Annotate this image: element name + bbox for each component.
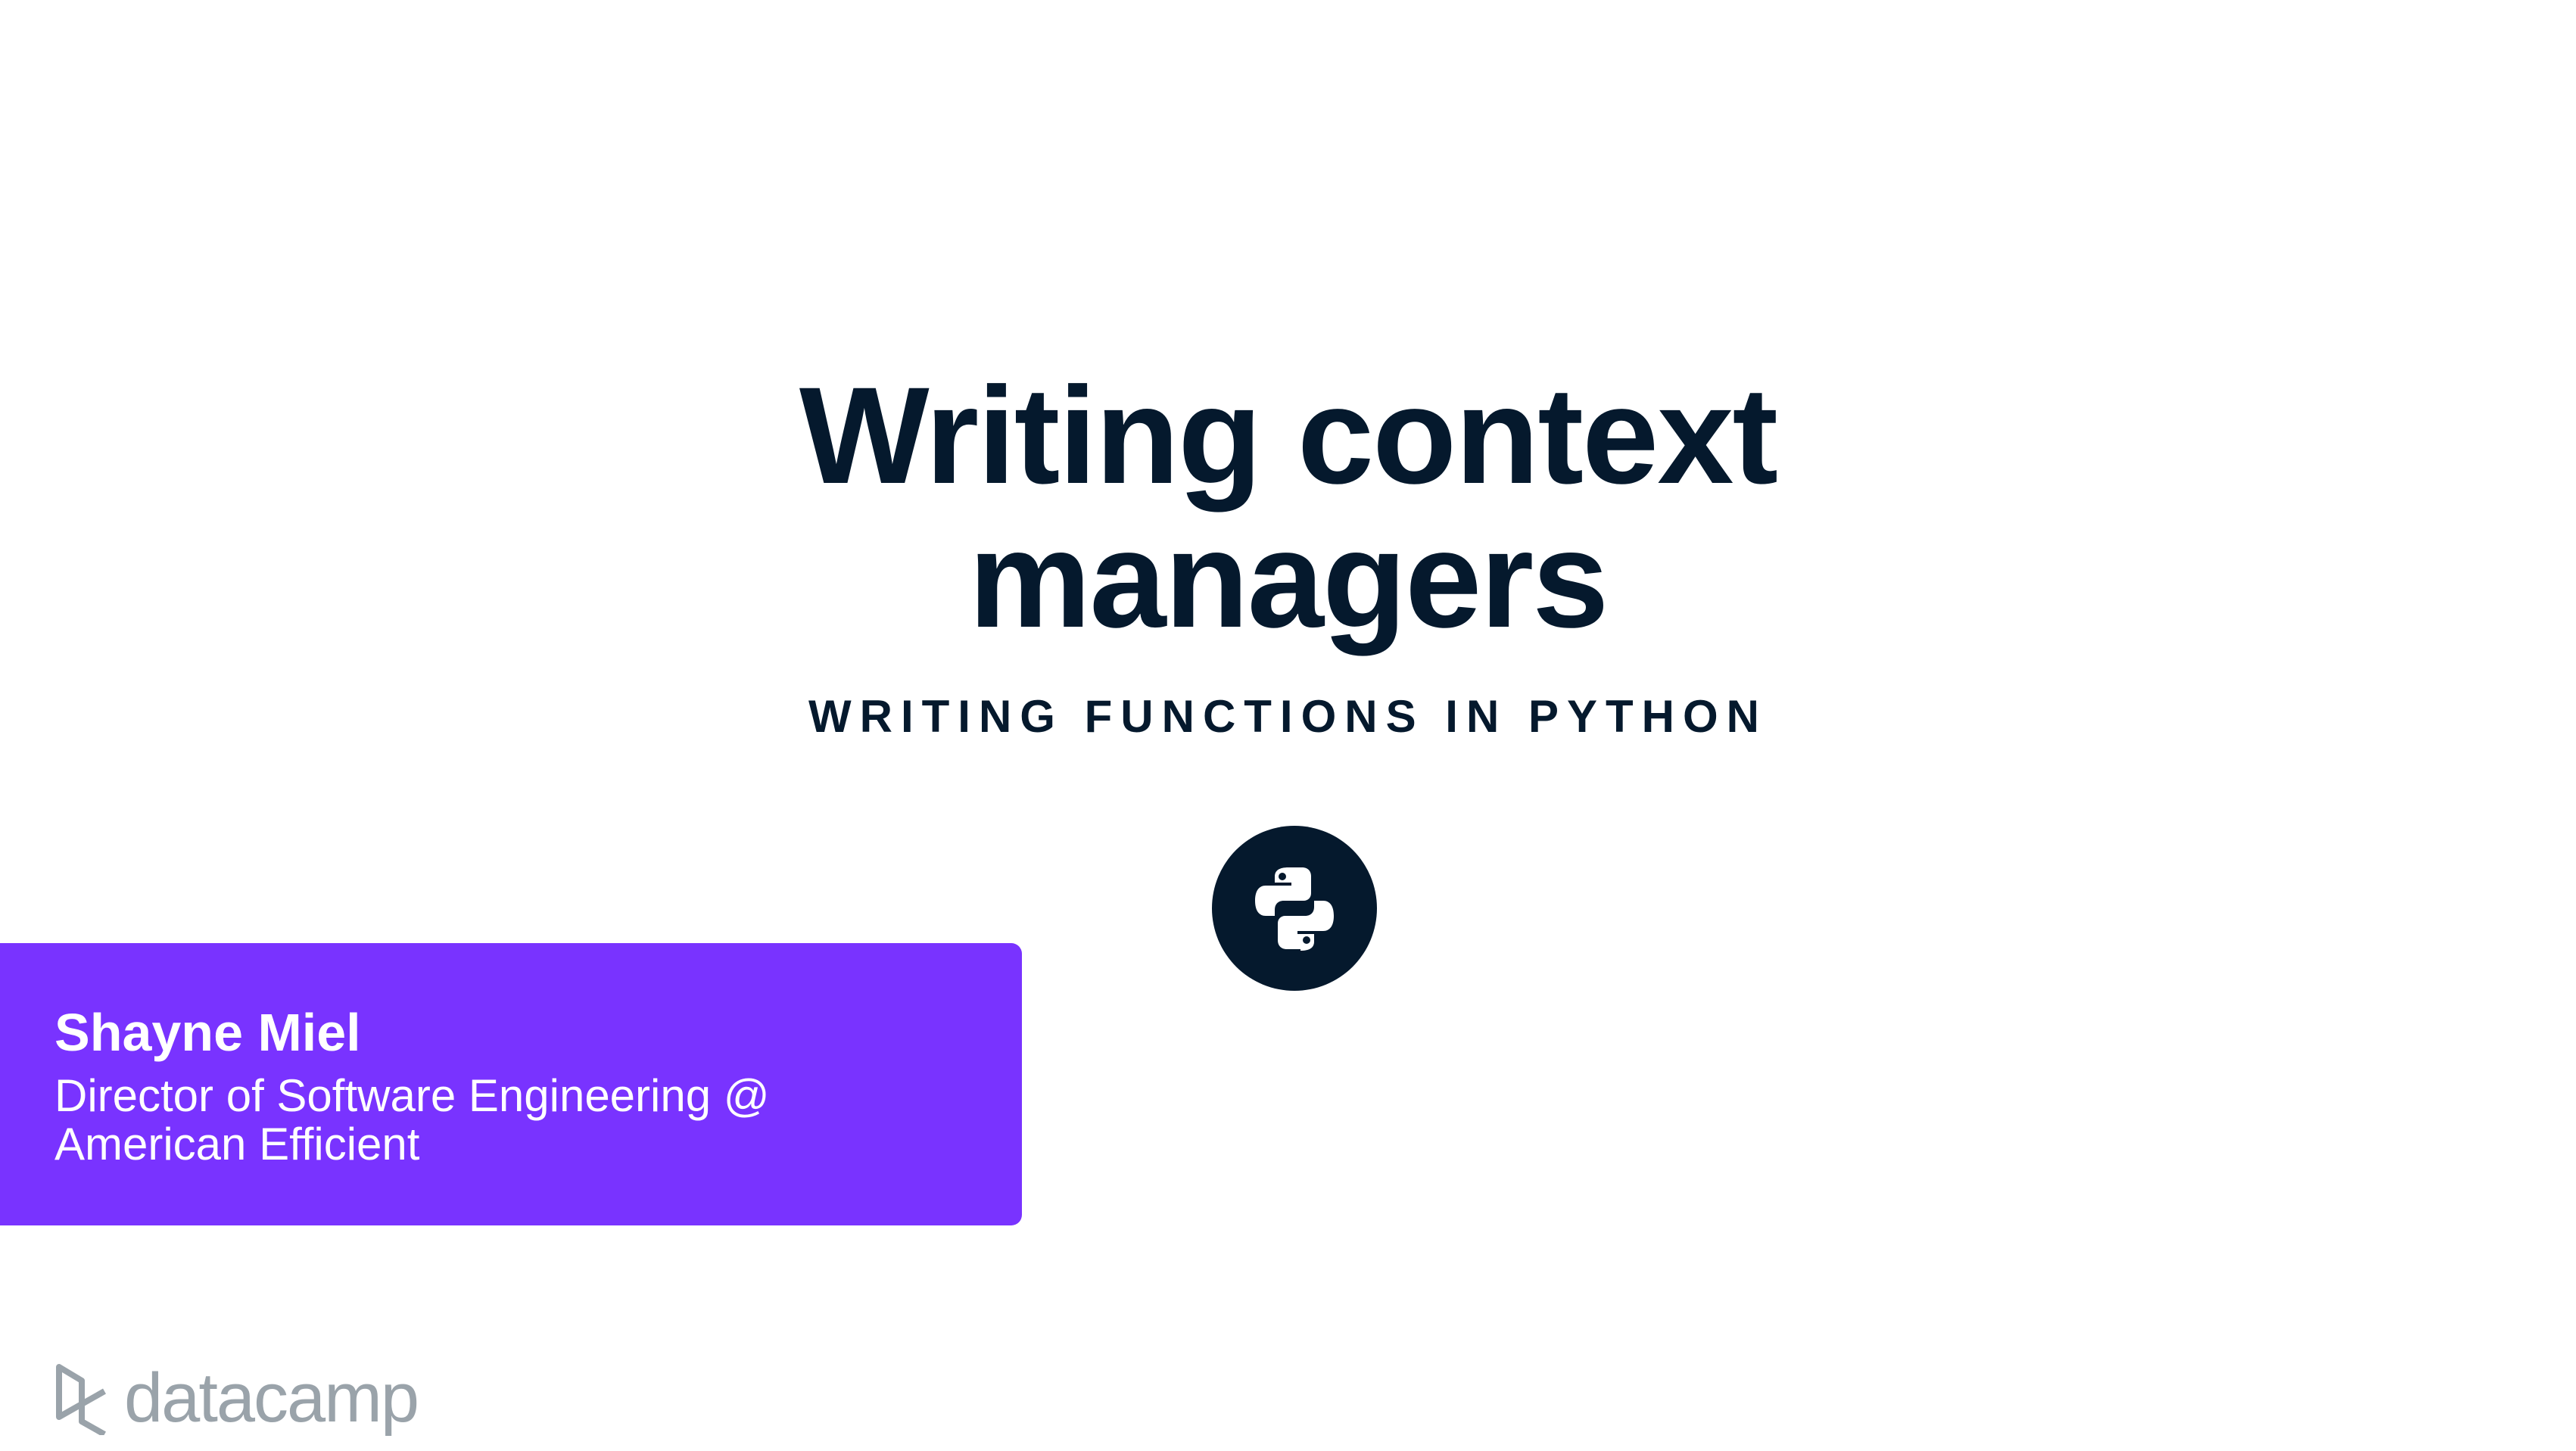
datacamp-wordmark: datacamp	[124, 1359, 419, 1437]
slide-title-line1: Writing context	[799, 358, 1778, 512]
slide-title-line2: managers	[968, 502, 1609, 656]
datacamp-mark-icon	[56, 1363, 106, 1435]
presenter-name: Shayne Miel	[55, 1003, 361, 1062]
datacamp-logo: datacamp	[55, 1359, 419, 1438]
presenter-role: Director of Software Engineering @ Ameri…	[55, 1070, 770, 1169]
slide-title: Writing context managers	[0, 363, 2576, 651]
python-logo-icon	[1212, 826, 1377, 991]
presenter-card: Shayne Miel Director of Software Enginee…	[0, 943, 1022, 1225]
course-name: WRITING FUNCTIONS IN PYTHON	[808, 691, 1768, 742]
